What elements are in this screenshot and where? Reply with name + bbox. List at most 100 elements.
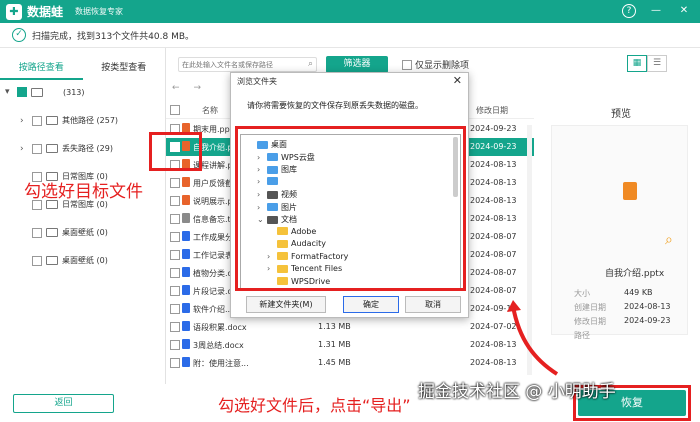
back-button[interactable]: 返回 — [13, 394, 114, 413]
folder-icon — [46, 144, 58, 153]
file-row-date: 2024-08-13 — [470, 214, 517, 223]
file-row-date: 2024-08-07 — [470, 268, 517, 277]
file-row-checkbox[interactable] — [170, 178, 180, 188]
only-deleted-toggle[interactable]: 仅显示删除项 — [402, 58, 469, 71]
tree-item[interactable]: 桌面壁纸 (0) — [32, 255, 108, 266]
file-row-checkbox[interactable] — [170, 304, 180, 314]
search-icon[interactable]: ⌕ — [308, 59, 313, 69]
file-row[interactable]: 3周总结.docx 1.31 MB 2024-08-13 — [166, 336, 534, 354]
preview-filename: 自我介绍.pptx — [605, 269, 665, 279]
annotation-highlight-folder-tree — [235, 126, 466, 291]
annotation-select-target: 勾选好目标文件 — [24, 182, 143, 202]
scan-status-bar: ✓ 扫描完成，找到313个文件共40.8 MB。 — [0, 23, 700, 48]
file-row-date: 2024-08-13 — [470, 196, 517, 205]
tree-item-checkbox[interactable] — [32, 255, 42, 266]
file-row-checkbox[interactable] — [170, 286, 180, 296]
history-nav: ← → — [172, 83, 201, 93]
file-type-icon — [182, 231, 190, 241]
file-type-icon — [182, 285, 190, 295]
column-name[interactable]: 名称 — [202, 105, 218, 116]
search-input[interactable] — [182, 60, 287, 69]
tree-item-checkbox[interactable] — [32, 115, 42, 126]
file-row-size: 1.13 MB — [318, 322, 351, 331]
tree-item-label: 桌面壁纸 (0) — [62, 228, 108, 237]
file-type-icon — [182, 357, 190, 367]
tree-item[interactable]: 桌面壁纸 (0) — [32, 227, 108, 238]
file-row-date: 2024-08-07 — [470, 286, 517, 295]
file-type-icon — [182, 213, 190, 223]
list-view-icon[interactable]: ☰ — [647, 55, 667, 72]
drive-icon — [31, 87, 43, 97]
folder-icon — [46, 116, 58, 125]
new-folder-button[interactable]: 新建文件夹(M) — [246, 296, 326, 313]
file-row-checkbox[interactable] — [170, 322, 180, 332]
view-mode-switch: ▦ ☰ — [627, 55, 667, 72]
preview-meta-created: 创建日期 2024-08-13 — [574, 302, 671, 312]
file-row-checkbox[interactable] — [170, 196, 180, 206]
tab-by-path[interactable]: 按路径查看 — [0, 58, 83, 80]
tree-root-count: (313) — [63, 87, 85, 97]
folder-icon — [46, 256, 58, 265]
pptx-file-icon — [623, 182, 637, 200]
app-logo-icon: ✚ — [6, 3, 22, 20]
filter-button[interactable]: 筛选器 — [326, 56, 388, 73]
file-type-icon — [182, 195, 190, 205]
zoom-icon[interactable]: ⌕ — [665, 232, 673, 248]
tab-by-type[interactable]: 按类型查看 — [83, 58, 166, 80]
select-all-checkbox[interactable] — [170, 105, 180, 115]
file-row-name: 软件介绍... — [193, 305, 233, 314]
chevron-down-icon[interactable]: ▾ — [5, 87, 13, 97]
view-tabs: 按路径查看 按类型查看 — [0, 58, 165, 80]
file-row-checkbox[interactable] — [170, 358, 180, 368]
file-type-icon — [182, 321, 190, 331]
column-date[interactable]: 修改日期 — [476, 105, 508, 116]
preview-meta-path: 路径 — [574, 331, 590, 340]
ok-button[interactable]: 确定 — [343, 296, 399, 313]
file-row-size: 1.31 MB — [318, 340, 351, 349]
cancel-button[interactable]: 取消 — [405, 296, 461, 313]
file-row[interactable]: 语段积累.docx 1.13 MB 2024-07-02 — [166, 318, 534, 336]
scan-status-text: 扫描完成，找到313个文件共40.8 MB。 — [32, 31, 195, 42]
dialog-title: 浏览文件夹 — [237, 77, 277, 86]
file-row-name: 3周总结.docx — [193, 341, 244, 350]
chevron-right-icon[interactable]: › — [20, 144, 28, 154]
file-row-checkbox[interactable] — [170, 214, 180, 224]
tree-item[interactable]: › 其他路径 (257) — [20, 115, 118, 126]
tree-root-checkbox[interactable] — [17, 87, 27, 97]
dialog-close-icon[interactable]: ✕ — [453, 74, 462, 87]
file-row-checkbox[interactable] — [170, 232, 180, 242]
check-circle-icon: ✓ — [12, 28, 26, 42]
annotation-arrow-icon — [507, 300, 559, 376]
search-box[interactable]: ⌕ — [178, 57, 317, 72]
title-bar: ✚ 数据蛙 数据恢复专家 ? — ✕ — [0, 0, 700, 23]
back-arrow-icon[interactable]: ← — [172, 83, 180, 93]
close-button[interactable]: ✕ — [676, 3, 692, 19]
only-deleted-checkbox[interactable] — [402, 59, 412, 70]
tree-item-label: 丢失路径 (29) — [62, 144, 113, 153]
file-type-icon — [182, 339, 190, 349]
preview-meta-modified: 修改日期 2024-09-23 — [574, 316, 671, 326]
tree-item[interactable]: › 丢失路径 (29) — [20, 143, 113, 154]
file-row-checkbox[interactable] — [170, 340, 180, 350]
file-row-checkbox[interactable] — [170, 250, 180, 260]
help-icon[interactable]: ? — [622, 4, 636, 18]
file-row[interactable]: 附：使用注意... 1.45 MB 2024-08-13 — [166, 354, 534, 372]
folder-icon — [46, 228, 58, 237]
forward-arrow-icon[interactable]: → — [194, 83, 202, 93]
tree-item-checkbox[interactable] — [32, 143, 42, 154]
file-type-icon — [182, 249, 190, 259]
preview-title: 预览 — [611, 109, 631, 120]
chevron-right-icon[interactable]: › — [20, 116, 28, 126]
tree-item-checkbox[interactable] — [32, 227, 42, 238]
app-subtitle: 数据恢复专家 — [75, 7, 124, 16]
file-row-date: 2024-08-07 — [470, 250, 517, 259]
file-row-size: 1.45 MB — [318, 358, 351, 367]
tree-root[interactable]: ▾ (313) — [5, 87, 85, 97]
file-type-icon — [182, 177, 190, 187]
grid-view-icon[interactable]: ▦ — [627, 55, 647, 72]
minimize-button[interactable]: — — [648, 3, 664, 19]
only-deleted-label: 仅显示删除项 — [415, 61, 470, 71]
file-row-date: 2024-09-23 — [470, 124, 517, 133]
file-row-checkbox[interactable] — [170, 268, 180, 278]
file-row-date: 2024-08-13 — [470, 160, 517, 169]
